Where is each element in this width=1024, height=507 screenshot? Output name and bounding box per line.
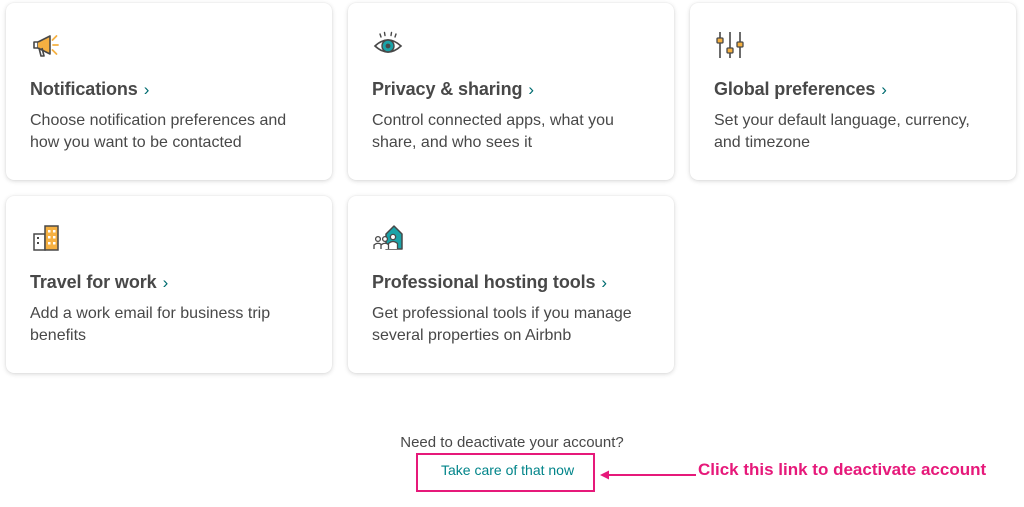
chevron-right-icon: ›	[528, 80, 534, 99]
travel-for-work-title: Travel for work	[30, 272, 157, 292]
card-title: Travel for work ›	[30, 272, 168, 293]
card-title: Professional hosting tools ›	[372, 272, 607, 293]
notifications-card[interactable]: Notifications › Choose notification prefe…	[6, 3, 332, 180]
chevron-right-icon: ›	[162, 273, 169, 292]
notifications-title: Notifications	[30, 79, 138, 99]
card-title: Global preferences ›	[714, 79, 887, 100]
chevron-right-icon: ›	[143, 80, 150, 99]
deactivate-account-link[interactable]: Take care of that now	[441, 462, 574, 478]
global-preferences-card[interactable]: Global preferences › Set your default lan…	[690, 3, 1016, 180]
hosting-house-icon	[372, 222, 404, 254]
global-preferences-title: Global preferences	[714, 79, 876, 99]
card-description: Choose notification preferences and how …	[30, 112, 287, 151]
card-description: Control connected apps, what you share, …	[372, 112, 614, 151]
professional-hosting-tools-title: Professional hosting tools	[372, 272, 596, 292]
privacy-sharing-card[interactable]: Privacy & sharing › Control connected app…	[348, 3, 674, 180]
travel-for-work-card[interactable]: Travel for work › Add a work email for bu…	[6, 196, 332, 373]
chevron-right-icon: ›	[601, 273, 607, 292]
chevron-right-icon: ›	[881, 80, 887, 99]
eye-icon	[372, 29, 404, 61]
privacy-sharing-title: Privacy & sharing	[372, 79, 523, 99]
card-description: Get professional tools if you manage sev…	[372, 305, 632, 344]
card-description: Set your default language, currency, and…	[714, 112, 970, 151]
annotation-label: Click this link to deactivate account	[698, 460, 987, 479]
card-title: Privacy & sharing ›	[372, 79, 534, 100]
annotation-arrow-icon	[600, 470, 696, 480]
card-title: Notifications ›	[30, 79, 149, 100]
sliders-icon	[714, 29, 746, 61]
deactivate-prompt: Need to deactivate your account?	[400, 434, 624, 451]
account-settings-page: Notifications › Choose notification prefe…	[0, 0, 1024, 507]
card-description: Add a work email for business trip benef…	[30, 305, 271, 344]
megaphone-icon	[30, 29, 62, 61]
office-building-icon	[30, 222, 62, 254]
professional-hosting-tools-card[interactable]: Professional hosting tools › Get professi…	[348, 196, 674, 373]
